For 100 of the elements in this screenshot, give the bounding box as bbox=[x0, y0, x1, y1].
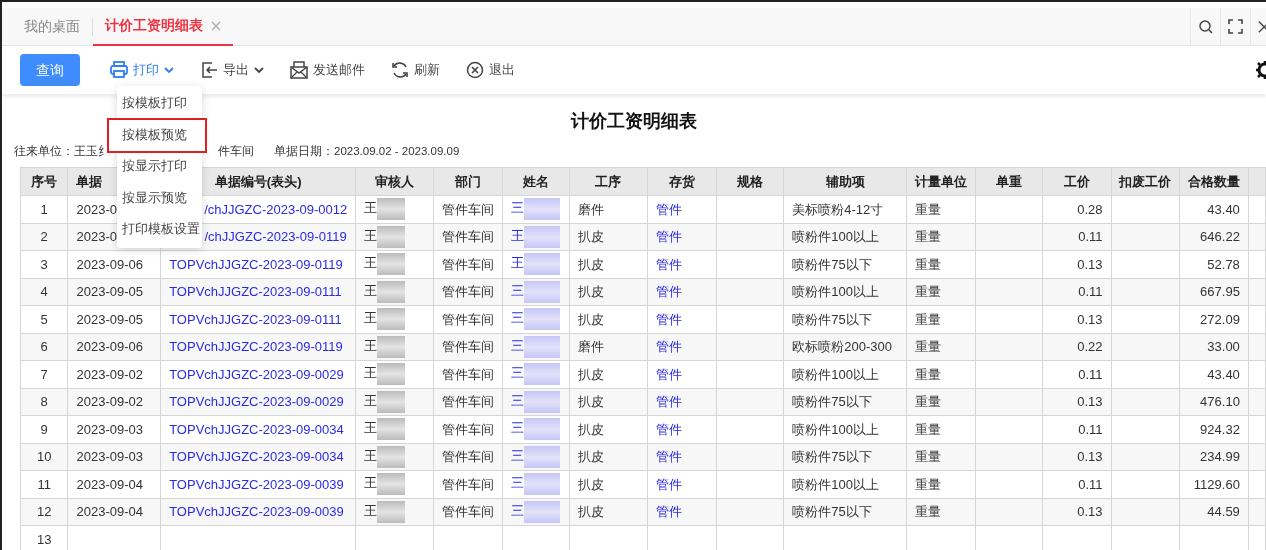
table-cell: 重量 bbox=[915, 366, 942, 382]
table-cell: 43.40 bbox=[1207, 201, 1240, 217]
column-header: 姓名 bbox=[502, 167, 570, 196]
redaction-block bbox=[377, 445, 406, 468]
table-cell: 喷粉件75以下 bbox=[792, 394, 872, 409]
row-number: 5 bbox=[40, 311, 48, 327]
search-icon[interactable] bbox=[1198, 19, 1213, 34]
employee-link[interactable]: 三 bbox=[510, 475, 524, 491]
table-cell: 重量 bbox=[915, 449, 942, 464]
reviewer-name: 王 bbox=[364, 503, 378, 519]
table-cell: 0.11 bbox=[1078, 421, 1103, 437]
employee-link[interactable]: 三 bbox=[510, 420, 524, 436]
refresh-button[interactable]: 刷新 bbox=[381, 54, 450, 86]
table-cell: 喷粉件100以上 bbox=[792, 229, 879, 244]
row-number: 3 bbox=[40, 256, 48, 272]
employee-link[interactable]: 王 bbox=[510, 255, 524, 271]
table-cell: 646.22 bbox=[1200, 229, 1240, 244]
table-cell: 管件车间 bbox=[441, 421, 494, 437]
reviewer-name: 王 bbox=[364, 448, 378, 464]
employee-link[interactable]: 三 bbox=[510, 393, 524, 409]
menu-item[interactable]: 按显示预览 bbox=[117, 182, 202, 214]
redaction-block bbox=[377, 363, 406, 386]
settings-icon[interactable] bbox=[1254, 60, 1266, 80]
table-cell: 磨件 bbox=[577, 339, 604, 354]
table-cell: 2023-09-03 bbox=[76, 421, 143, 437]
tab[interactable]: 计价工资明细表 bbox=[93, 7, 233, 46]
table-cell: 43.40 bbox=[1207, 366, 1240, 382]
table-cell: 磨件 bbox=[577, 201, 604, 217]
export-button[interactable]: 导出 bbox=[190, 54, 274, 86]
table-cell: 管件车间 bbox=[441, 256, 494, 272]
row-number: 9 bbox=[40, 421, 48, 437]
column-header: 合格数量 bbox=[1179, 167, 1249, 196]
employee-link[interactable]: 三 bbox=[510, 448, 524, 464]
table-cell: 欧标喷粉200-300 bbox=[792, 339, 892, 354]
cancel-icon bbox=[466, 61, 484, 79]
table-cell: 0.22 bbox=[1077, 339, 1103, 354]
table-cell: 0.13 bbox=[1077, 449, 1103, 464]
fullscreen-icon[interactable] bbox=[1228, 19, 1243, 34]
column-header: 工序 bbox=[569, 167, 648, 196]
mail-icon bbox=[290, 61, 308, 79]
employee-link[interactable]: 三 bbox=[510, 310, 524, 326]
reviewer-name: 王 bbox=[364, 200, 378, 216]
date-range-label: 单据日期：2023.09.02 - 2023.09.09 bbox=[274, 144, 460, 160]
row-number: 11 bbox=[37, 476, 51, 492]
table-cell: 2023-0 bbox=[76, 201, 117, 217]
row-number: 7 bbox=[40, 366, 48, 382]
menu-item[interactable]: 按模板打印 bbox=[117, 88, 202, 120]
employee-link[interactable]: 王 bbox=[510, 228, 524, 244]
redaction-block bbox=[523, 280, 560, 303]
employee-link[interactable]: 三 bbox=[510, 503, 524, 519]
redaction-block bbox=[523, 473, 560, 496]
table-cell: 重量 bbox=[915, 284, 942, 299]
table-cell: 重量 bbox=[915, 339, 942, 354]
mail-button[interactable]: 发送邮件 bbox=[280, 54, 375, 86]
reviewer-name: 王 bbox=[364, 228, 378, 244]
table-cell: 扒皮 bbox=[577, 366, 604, 382]
redaction-block bbox=[523, 363, 560, 386]
reviewer-name: 王 bbox=[364, 255, 378, 271]
table-cell: 52.78 bbox=[1207, 256, 1240, 272]
table-cell: 管件车间 bbox=[441, 339, 494, 354]
reviewer-name: 王 bbox=[364, 338, 378, 354]
employee-link[interactable]: 三 bbox=[510, 365, 524, 381]
employee-link[interactable]: 三 bbox=[510, 283, 524, 299]
employee-link[interactable]: 三 bbox=[510, 200, 524, 216]
print-button[interactable]: 打印 bbox=[100, 54, 184, 86]
table-cell: 2023-09-02 bbox=[76, 394, 143, 409]
menu-item[interactable]: 按显示打印 bbox=[117, 151, 202, 183]
table-cell: 喷粉件75以下 bbox=[792, 504, 872, 519]
column-header: 规格 bbox=[716, 167, 784, 196]
column-header: 扣废工价 bbox=[1111, 167, 1180, 196]
table-cell: 重量 bbox=[915, 421, 942, 437]
column-header: 审核人 bbox=[355, 167, 434, 196]
table-cell: 1129.60 bbox=[1193, 476, 1240, 492]
redaction-block bbox=[523, 308, 560, 331]
table-cell: 扒皮 bbox=[577, 229, 604, 244]
tab[interactable]: 我的桌面 bbox=[12, 7, 92, 46]
table-cell: 234.99 bbox=[1200, 449, 1240, 464]
exit-button[interactable]: 退出 bbox=[456, 54, 525, 86]
table-cell: 喷粉件75以下 bbox=[792, 256, 872, 272]
table-cell: 2023-09-06 bbox=[76, 339, 143, 354]
menu-item[interactable]: 按模板预览 bbox=[109, 119, 205, 151]
close-icon[interactable] bbox=[1257, 19, 1266, 34]
table-cell: 33.00 bbox=[1207, 339, 1240, 354]
reviewer-name: 王 bbox=[364, 420, 378, 436]
column-header: 部门 bbox=[433, 167, 503, 196]
table-cell: 2023-09-04 bbox=[76, 504, 143, 519]
report-title: 计价工资明细表 bbox=[571, 110, 697, 133]
row-number: 1 bbox=[40, 201, 48, 217]
table-cell: 0.11 bbox=[1078, 476, 1103, 492]
menu-item[interactable]: 打印模板设置 bbox=[117, 214, 202, 246]
printer-icon bbox=[110, 61, 128, 79]
redaction-block bbox=[523, 253, 560, 276]
row-number: 10 bbox=[37, 449, 52, 464]
column-header: 工价 bbox=[1042, 167, 1111, 196]
row-number: 8 bbox=[40, 394, 48, 409]
column-header: 单重 bbox=[975, 167, 1043, 196]
table-cell: 扒皮 bbox=[577, 476, 604, 492]
redaction-block bbox=[377, 280, 406, 303]
table-cell: 272.09 bbox=[1200, 311, 1240, 327]
employee-link[interactable]: 三 bbox=[510, 338, 524, 354]
